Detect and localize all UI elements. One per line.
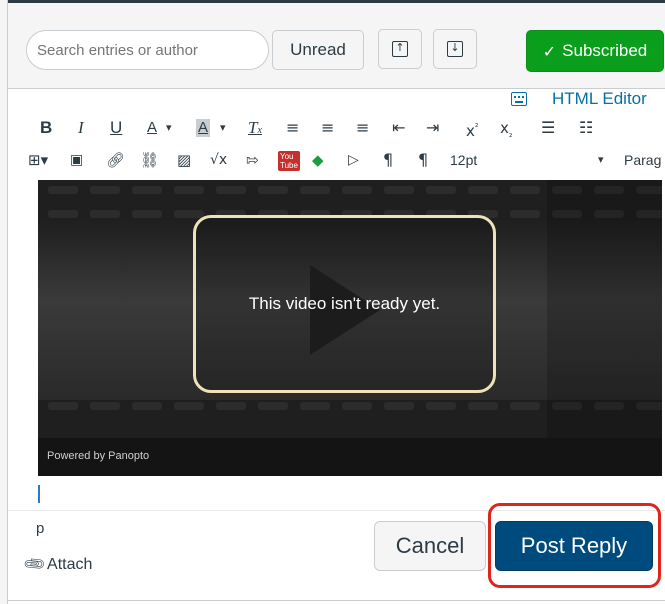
formatting-toolbar-row-2: ⊞▾ ▣ 🔗︎ ⛓︎ ▨ √x ⇰ You Tube ◆ ▷ ¶ ¶ 12pt ▾… (8, 148, 665, 178)
text-color-dropdown-icon[interactable]: ▾ (166, 116, 172, 140)
subscript-icon[interactable]: x₂ (500, 116, 513, 147)
powered-by-panopto: Powered by Panopto (47, 450, 150, 462)
attach-link[interactable]: 📎︎Attach (21, 551, 93, 577)
embedded-video[interactable]: This video isn't ready yet. Powered by P… (38, 180, 662, 476)
numbered-list-icon[interactable]: ☷ (579, 116, 593, 140)
post-reply-button[interactable]: Post Reply (495, 521, 653, 571)
bottom-border (8, 600, 665, 601)
media-icon[interactable]: ▣ (70, 148, 83, 172)
outdent-icon[interactable]: ⇤ (392, 116, 405, 140)
arrow-up-icon: ↑ (392, 41, 408, 57)
underline-icon[interactable]: U (110, 116, 122, 140)
google-drive-icon[interactable]: ◆ (312, 148, 324, 172)
block-format-select[interactable]: Parag (624, 148, 661, 172)
youtube-icon[interactable]: You Tube (278, 151, 300, 171)
formatting-toolbar-row-1: B I U A ▾ A ▾ Tx ≡ ≡ ≡ ⇤ ⇥ x² x₂ ☰ ☷ (8, 116, 665, 144)
subscribed-label: Subscribed (562, 41, 648, 60)
bullet-list-icon[interactable]: ☰ (541, 116, 555, 140)
video-embed-icon[interactable]: ▷ (348, 148, 359, 172)
text-cursor (38, 485, 40, 503)
expand-all-button[interactable]: ↓ (433, 29, 477, 69)
collapse-all-button[interactable]: ↑ (378, 29, 422, 69)
link-icon[interactable]: 🔗︎ (106, 148, 125, 172)
unread-button[interactable]: Unread (272, 30, 364, 70)
font-size-select[interactable]: 12pt (450, 148, 477, 172)
superscript-icon[interactable]: x² (466, 116, 479, 143)
search-input[interactable] (26, 30, 269, 70)
rtl-paragraph-icon[interactable]: ¶ (418, 148, 428, 172)
unlink-icon[interactable]: ⛓︎ (140, 148, 159, 172)
font-size-dropdown-icon[interactable]: ▾ (598, 148, 604, 172)
keyboard-shortcuts-icon[interactable] (511, 92, 527, 106)
left-gutter (0, 0, 8, 604)
discussion-toolbar: Unread ↑ ↓ ✓ Subscribed (8, 3, 665, 89)
lti-tool-icon[interactable]: ⇰ (246, 148, 259, 172)
italic-icon[interactable]: I (78, 116, 84, 140)
background-color-icon[interactable]: A (196, 119, 211, 137)
video-control-bar: Powered by Panopto (38, 438, 662, 476)
background-color-dropdown-icon[interactable]: ▾ (220, 116, 226, 140)
editor-divider (8, 510, 665, 511)
editor-links: HTML Editor (8, 89, 665, 114)
paperclip-icon: 📎︎ (21, 550, 48, 578)
video-not-ready-message: This video isn't ready yet. (193, 215, 496, 393)
indent-icon[interactable]: ⇥ (426, 116, 439, 140)
checkmark-icon: ✓ (542, 41, 557, 61)
element-path: p (36, 520, 45, 537)
cancel-button[interactable]: Cancel (374, 521, 486, 571)
video-message-text: This video isn't ready yet. (248, 294, 441, 313)
clear-formatting-icon[interactable]: Tx (248, 116, 262, 143)
attach-label: Attach (47, 556, 93, 573)
image-icon[interactable]: ▨ (177, 148, 191, 172)
equation-icon[interactable]: √x (210, 148, 227, 172)
text-color-icon[interactable]: A (147, 116, 157, 140)
bold-icon[interactable]: B (40, 116, 52, 140)
table-icon[interactable]: ⊞▾ (28, 148, 48, 172)
ltr-paragraph-icon[interactable]: ¶ (383, 148, 393, 172)
subscribed-button[interactable]: ✓ Subscribed (526, 30, 664, 72)
arrow-down-icon: ↓ (447, 41, 463, 57)
html-editor-link[interactable]: HTML Editor (552, 89, 647, 109)
video-shade (547, 180, 662, 476)
align-left-icon[interactable]: ≡ (286, 116, 299, 140)
align-center-icon[interactable]: ≡ (321, 116, 334, 140)
align-right-icon[interactable]: ≡ (356, 116, 369, 140)
